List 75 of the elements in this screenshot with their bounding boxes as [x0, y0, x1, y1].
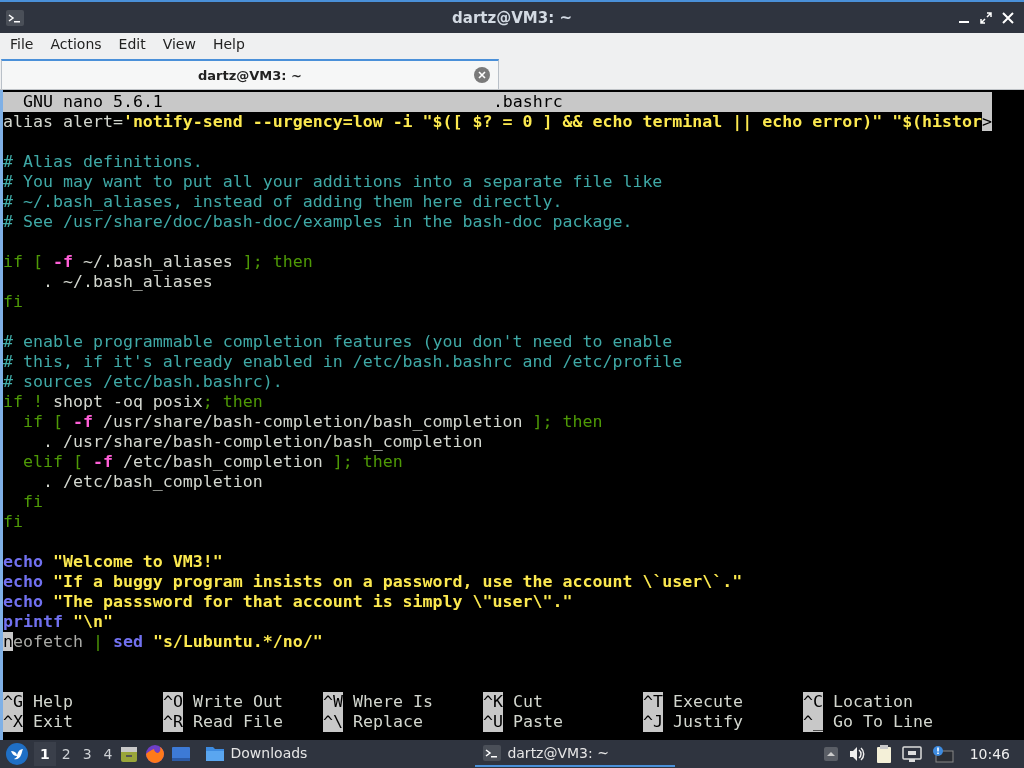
code-line: # You may want to put all your additions into a separate file like — [3, 172, 663, 192]
shortcut-key: ^X — [3, 712, 23, 732]
folder-icon — [204, 744, 225, 762]
code-line: . /etc/bash_completion — [41, 472, 263, 492]
code-line: fi — [3, 292, 23, 312]
notification-icon[interactable] — [931, 745, 954, 763]
shortcut-label: Location — [833, 692, 913, 712]
code-line: neofetch | sed "s/Lubuntu.*/no/" — [3, 632, 323, 652]
shortcut-label: Write Out — [193, 692, 283, 712]
code-line: # Alias definitions. — [3, 152, 203, 172]
fox-globe-icon[interactable] — [144, 744, 165, 764]
menu-item[interactable]: Actions — [44, 34, 109, 54]
shortcut-key: ^G — [3, 692, 23, 712]
task-button[interactable]: Downloads — [196, 741, 316, 767]
code-line: if ! shopt -oq posix; then — [3, 392, 263, 412]
shortcut-label: Exit — [33, 712, 73, 732]
shortcut-key: ^U — [483, 712, 503, 732]
workspace-button[interactable]: 3 — [76, 742, 98, 766]
shortcut-label: Read File — [193, 712, 283, 732]
shortcut-label: Go To Line — [833, 712, 933, 732]
menu-item[interactable]: Help — [206, 34, 252, 54]
code-line: if [ -f /usr/share/bash-completion/bash_completion ]; then — [21, 412, 603, 432]
code-line: # sources /etc/bash.bashrc). — [3, 372, 283, 392]
menu-item[interactable]: View — [156, 34, 203, 54]
shortcut-key: ^O — [163, 692, 183, 712]
workspace-button[interactable]: 2 — [55, 742, 77, 766]
workspace-button[interactable]: 4 — [97, 742, 119, 766]
close-icon[interactable] — [1002, 11, 1014, 24]
shortcut-key: ^W — [323, 692, 343, 712]
tab[interactable]: dartz@VM3: ~ — [1, 59, 499, 89]
bird-icon[interactable] — [6, 743, 28, 765]
network-icon[interactable] — [901, 745, 922, 763]
shortcut-label: Execute — [673, 692, 743, 712]
shortcut-label: Help — [33, 692, 73, 712]
clock: 10:46 — [969, 746, 1010, 762]
shortcut-label: Replace — [353, 712, 423, 732]
code-line: echo "If a buggy program insists on a password, use the account \`user\`." — [3, 572, 743, 592]
code-line: elif [ -f /etc/bash_completion ]; then — [21, 452, 403, 472]
shortcut-key: ^\ — [323, 712, 343, 732]
shortcut-key: ^T — [643, 692, 663, 712]
shortcut-key: ^_ — [803, 712, 823, 732]
shortcut-label: Justify — [673, 712, 743, 732]
code-line: echo "Welcome to VM3!" — [3, 552, 223, 572]
task-button[interactable]: dartz@VM3: ~ — [475, 741, 676, 767]
workspace-button[interactable]: 1 — [34, 742, 56, 766]
window-title: dartz@VM3: ~ — [452, 8, 572, 27]
code-line: if [ -f ~/.bash_aliases ]; then — [3, 252, 313, 272]
shortcut-label: Paste — [513, 712, 563, 732]
code-line: # enable programmable completion features (you don't need to enable — [3, 332, 673, 352]
clipboard-icon[interactable] — [875, 744, 892, 764]
maximize-icon[interactable] — [980, 11, 992, 24]
code-line: # this, if it's already enabled in /etc/bash.bashrc and /etc/profile — [3, 352, 683, 372]
shortcut-label: Where Is — [353, 692, 433, 712]
shortcut-key: ^J — [643, 712, 663, 732]
file-name: .bashrc — [492, 92, 563, 112]
volume-icon[interactable] — [847, 746, 866, 762]
menu-item[interactable]: File — [4, 34, 41, 54]
shortcut-key: ^R — [163, 712, 183, 732]
code-line: echo "The passsword for that account is simply \"user\"." — [3, 592, 573, 612]
terminal-icon — [483, 745, 502, 761]
code-line: . ~/.bash_aliases — [41, 272, 213, 292]
file-cabinet-icon[interactable] — [118, 744, 139, 764]
shortcut-key: ^K — [483, 692, 503, 712]
code-line: fi — [21, 492, 43, 512]
code-line: printf "\n" — [3, 612, 113, 632]
shortcut-label: Cut — [513, 692, 543, 712]
terminal-icon — [6, 9, 24, 26]
menu-item[interactable]: Edit — [112, 34, 153, 54]
code-line: # ~/.bash_aliases, instead of adding them here directly. — [3, 192, 563, 212]
editor-version: GNU nano 5.6.1 — [23, 92, 163, 112]
code-line: fi — [3, 512, 23, 532]
shortcut-key: ^C — [803, 692, 823, 712]
window-icon[interactable] — [170, 744, 191, 764]
code-line: # See /usr/share/doc/bash-doc/examples in the bash-doc package. — [3, 212, 633, 232]
code-line: . /usr/share/bash-completion/bash_completion — [41, 432, 483, 452]
